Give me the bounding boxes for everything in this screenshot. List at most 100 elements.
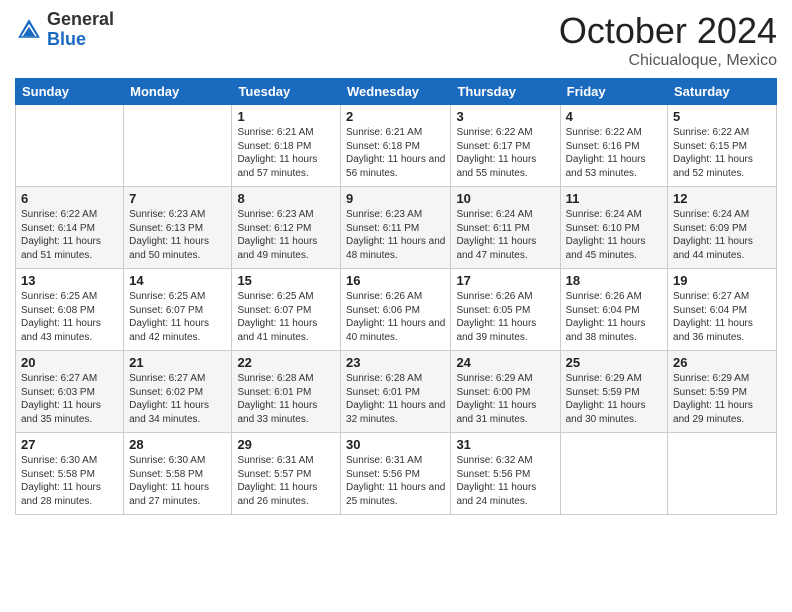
- day-number: 18: [566, 273, 662, 288]
- weekday-header-row: SundayMondayTuesdayWednesdayThursdayFrid…: [16, 79, 777, 105]
- week-row-5: 27Sunrise: 6:30 AMSunset: 5:58 PMDayligh…: [16, 433, 777, 515]
- day-info: Sunrise: 6:22 AMSunset: 6:17 PMDaylight:…: [456, 126, 554, 180]
- weekday-header-wednesday: Wednesday: [341, 79, 451, 105]
- weekday-header-thursday: Thursday: [451, 79, 560, 105]
- day-cell: 23 Sunrise: 6:28 AMSunset: 6:01 PMDayligh…: [341, 351, 451, 433]
- weekday-header-sunday: Sunday: [16, 79, 124, 105]
- day-cell: 4 Sunrise: 6:22 AMSunset: 6:16 PMDaylight…: [560, 105, 667, 187]
- day-cell: 13 Sunrise: 6:25 AMSunset: 6:08 PMDayligh…: [16, 269, 124, 351]
- day-number: 12: [673, 191, 771, 206]
- logo-blue: Blue: [47, 29, 86, 49]
- day-number: 28: [129, 437, 226, 452]
- day-info: Sunrise: 6:22 AMSunset: 6:15 PMDaylight:…: [673, 126, 771, 180]
- day-cell: 1 Sunrise: 6:21 AMSunset: 6:18 PMDaylight…: [232, 105, 341, 187]
- page: General Blue October 2024 Chicualoque, M…: [0, 0, 792, 612]
- day-cell: 18 Sunrise: 6:26 AMSunset: 6:04 PMDayligh…: [560, 269, 667, 351]
- day-number: 3: [456, 109, 554, 124]
- day-cell: 7 Sunrise: 6:23 AMSunset: 6:13 PMDaylight…: [124, 187, 232, 269]
- day-cell: 19 Sunrise: 6:27 AMSunset: 6:04 PMDayligh…: [668, 269, 777, 351]
- day-number: 9: [346, 191, 445, 206]
- day-info: Sunrise: 6:28 AMSunset: 6:01 PMDaylight:…: [237, 372, 335, 426]
- day-cell: 9 Sunrise: 6:23 AMSunset: 6:11 PMDaylight…: [341, 187, 451, 269]
- week-row-4: 20Sunrise: 6:27 AMSunset: 6:03 PMDayligh…: [16, 351, 777, 433]
- day-cell: 26Sunrise: 6:29 AMSunset: 5:59 PMDayligh…: [668, 351, 777, 433]
- day-cell: 21Sunrise: 6:27 AMSunset: 6:02 PMDayligh…: [124, 351, 232, 433]
- day-info: Sunrise: 6:21 AMSunset: 6:18 PMDaylight:…: [237, 126, 335, 180]
- day-number: 6: [21, 191, 118, 206]
- day-number: 30: [346, 437, 445, 452]
- day-info: Sunrise: 6:32 AMSunset: 5:56 PMDaylight:…: [456, 454, 554, 508]
- day-cell: 12 Sunrise: 6:24 AMSunset: 6:09 PMDayligh…: [668, 187, 777, 269]
- weekday-header-monday: Monday: [124, 79, 232, 105]
- weekday-header-saturday: Saturday: [668, 79, 777, 105]
- day-number: 22: [237, 355, 335, 370]
- day-info: Sunrise: 6:22 AMSunset: 6:16 PMDaylight:…: [566, 126, 662, 180]
- day-cell: 8Sunrise: 6:23 AMSunset: 6:12 PMDaylight…: [232, 187, 341, 269]
- day-cell: 22 Sunrise: 6:28 AMSunset: 6:01 PMDayligh…: [232, 351, 341, 433]
- day-number: 24: [456, 355, 554, 370]
- logo: General Blue: [15, 10, 114, 50]
- month-title: October 2024: [559, 10, 777, 52]
- day-number: 4: [566, 109, 662, 124]
- week-row-1: 1 Sunrise: 6:21 AMSunset: 6:18 PMDaylight…: [16, 105, 777, 187]
- day-cell: [668, 433, 777, 515]
- day-number: 25: [566, 355, 662, 370]
- weekday-header-tuesday: Tuesday: [232, 79, 341, 105]
- day-cell: 11Sunrise: 6:24 AMSunset: 6:10 PMDayligh…: [560, 187, 667, 269]
- day-cell: 14 Sunrise: 6:25 AMSunset: 6:07 PMDayligh…: [124, 269, 232, 351]
- day-cell: 27Sunrise: 6:30 AMSunset: 5:58 PMDayligh…: [16, 433, 124, 515]
- day-info: Sunrise: 6:30 AMSunset: 5:58 PMDaylight:…: [21, 454, 118, 508]
- logo-text: General Blue: [47, 10, 114, 50]
- day-cell: [560, 433, 667, 515]
- day-info: Sunrise: 6:28 AMSunset: 6:01 PMDaylight:…: [346, 372, 445, 426]
- day-cell: 25 Sunrise: 6:29 AMSunset: 5:59 PMDayligh…: [560, 351, 667, 433]
- day-number: 7: [129, 191, 226, 206]
- day-number: 2: [346, 109, 445, 124]
- day-number: 10: [456, 191, 554, 206]
- day-cell: 5Sunrise: 6:22 AMSunset: 6:15 PMDaylight…: [668, 105, 777, 187]
- day-info: Sunrise: 6:26 AMSunset: 6:06 PMDaylight:…: [346, 290, 445, 344]
- day-cell: 3 Sunrise: 6:22 AMSunset: 6:17 PMDaylight…: [451, 105, 560, 187]
- day-number: 1: [237, 109, 335, 124]
- day-info: Sunrise: 6:31 AMSunset: 5:56 PMDaylight:…: [346, 454, 445, 508]
- day-number: 14: [129, 273, 226, 288]
- logo-general: General: [47, 9, 114, 29]
- day-cell: 29 Sunrise: 6:31 AMSunset: 5:57 PMDayligh…: [232, 433, 341, 515]
- day-info: Sunrise: 6:23 AMSunset: 6:13 PMDaylight:…: [129, 208, 226, 262]
- day-cell: [124, 105, 232, 187]
- day-cell: 17 Sunrise: 6:26 AMSunset: 6:05 PMDayligh…: [451, 269, 560, 351]
- day-info: Sunrise: 6:25 AMSunset: 6:07 PMDaylight:…: [129, 290, 226, 344]
- day-info: Sunrise: 6:25 AMSunset: 6:07 PMDaylight:…: [237, 290, 335, 344]
- day-cell: [16, 105, 124, 187]
- day-number: 23: [346, 355, 445, 370]
- location: Chicualoque, Mexico: [559, 52, 777, 70]
- day-cell: 16 Sunrise: 6:26 AMSunset: 6:06 PMDayligh…: [341, 269, 451, 351]
- day-number: 26: [673, 355, 771, 370]
- day-cell: 10Sunrise: 6:24 AMSunset: 6:11 PMDayligh…: [451, 187, 560, 269]
- day-info: Sunrise: 6:24 AMSunset: 6:09 PMDaylight:…: [673, 208, 771, 262]
- day-info: Sunrise: 6:26 AMSunset: 6:04 PMDaylight:…: [566, 290, 662, 344]
- week-row-3: 13 Sunrise: 6:25 AMSunset: 6:08 PMDayligh…: [16, 269, 777, 351]
- day-info: Sunrise: 6:25 AMSunset: 6:08 PMDaylight:…: [21, 290, 118, 344]
- day-number: 16: [346, 273, 445, 288]
- day-info: Sunrise: 6:23 AMSunset: 6:11 PMDaylight:…: [346, 208, 445, 262]
- day-number: 29: [237, 437, 335, 452]
- logo-icon: [15, 16, 43, 44]
- day-number: 13: [21, 273, 118, 288]
- day-cell: 31 Sunrise: 6:32 AMSunset: 5:56 PMDayligh…: [451, 433, 560, 515]
- day-number: 31: [456, 437, 554, 452]
- day-info: Sunrise: 6:27 AMSunset: 6:04 PMDaylight:…: [673, 290, 771, 344]
- day-info: Sunrise: 6:26 AMSunset: 6:05 PMDaylight:…: [456, 290, 554, 344]
- week-row-2: 6Sunrise: 6:22 AMSunset: 6:14 PMDaylight…: [16, 187, 777, 269]
- day-cell: 24Sunrise: 6:29 AMSunset: 6:00 PMDayligh…: [451, 351, 560, 433]
- day-number: 20: [21, 355, 118, 370]
- day-info: Sunrise: 6:27 AMSunset: 6:02 PMDaylight:…: [129, 372, 226, 426]
- day-cell: 6Sunrise: 6:22 AMSunset: 6:14 PMDaylight…: [16, 187, 124, 269]
- day-info: Sunrise: 6:31 AMSunset: 5:57 PMDaylight:…: [237, 454, 335, 508]
- day-info: Sunrise: 6:29 AMSunset: 5:59 PMDaylight:…: [566, 372, 662, 426]
- day-number: 17: [456, 273, 554, 288]
- title-block: October 2024 Chicualoque, Mexico: [559, 10, 777, 70]
- day-number: 15: [237, 273, 335, 288]
- day-number: 19: [673, 273, 771, 288]
- day-cell: 28Sunrise: 6:30 AMSunset: 5:58 PMDayligh…: [124, 433, 232, 515]
